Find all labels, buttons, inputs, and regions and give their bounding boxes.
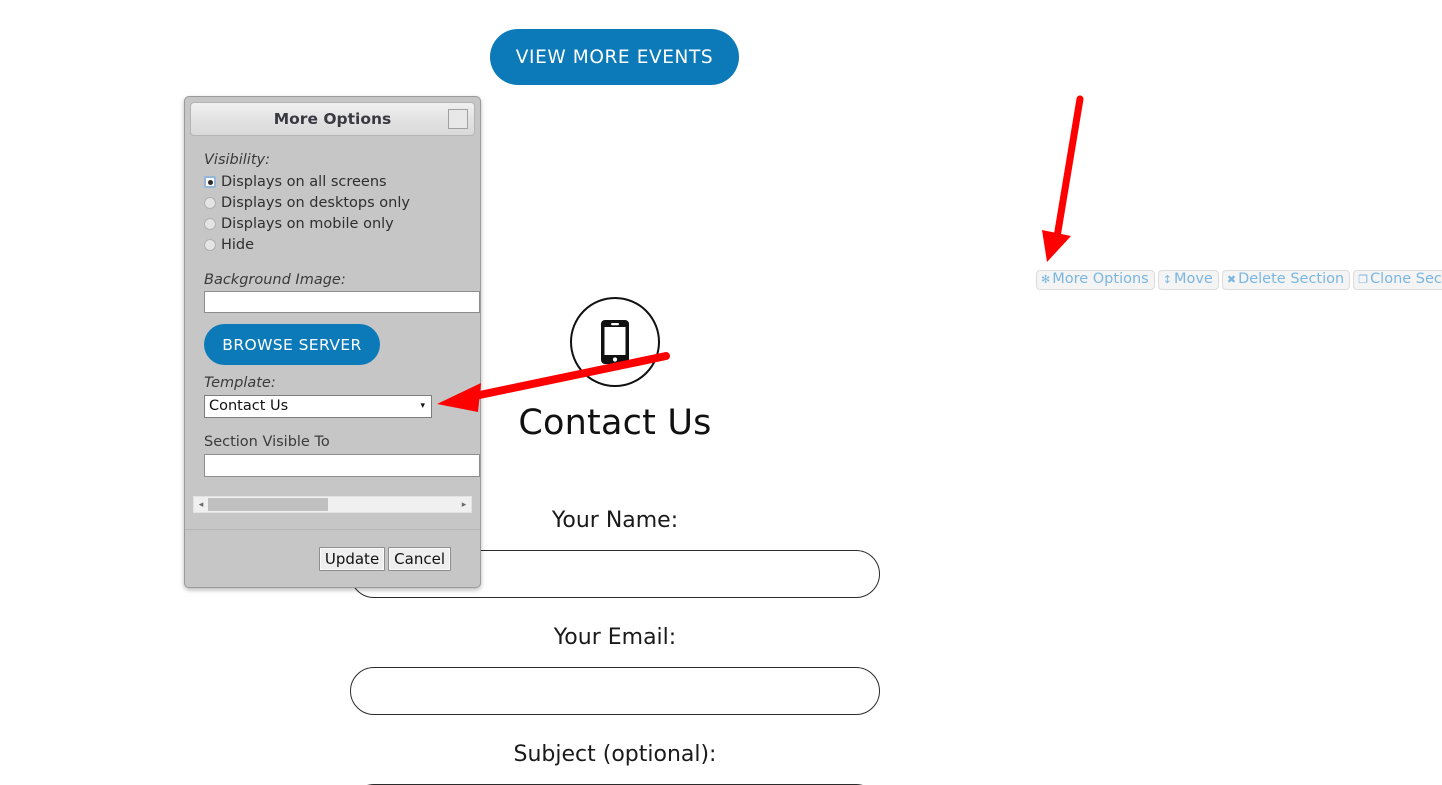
background-image-input[interactable] (204, 291, 480, 314)
dialog-titlebar[interactable]: More Options (190, 102, 475, 136)
section-visible-to-label: Section Visible To (204, 433, 330, 450)
section-visible-to-input[interactable] (204, 454, 480, 478)
dialog-title: More Options (273, 110, 392, 128)
scroll-left-arrow-icon[interactable]: ◂ (194, 500, 208, 510)
scrollbar-thumb[interactable] (208, 498, 328, 511)
dialog-horizontal-scrollbar[interactable]: ◂ ▸ (193, 496, 472, 513)
browse-server-button[interactable]: BROWSE SERVER (204, 324, 380, 366)
chevron-down-icon: ▾ (420, 401, 425, 412)
mobile-phone-icon (570, 297, 660, 387)
delete-icon: ✖ (1226, 273, 1237, 286)
radio-all-screens[interactable] (204, 176, 216, 189)
annotation-arrow-to-toolbar (1042, 95, 1084, 262)
template-selected-value: Contact Us (209, 398, 289, 415)
radio-hide[interactable] (204, 239, 216, 252)
visibility-label: Visibility: (204, 152, 270, 168)
toolbar-clone-section-label: Clone Sectio (1370, 271, 1442, 288)
section-toolbar: ✻ More Options ↕ Move ✖ Delete Section ❐… (1036, 270, 1442, 290)
visibility-option-hide[interactable]: Hide (204, 235, 465, 256)
dialog-body: Visibility: Displays on all screens Disp… (185, 141, 480, 523)
radio-all-screens-label: Displays on all screens (221, 173, 387, 190)
toolbar-more-options-label: More Options (1052, 271, 1149, 288)
toolbar-move-button[interactable]: ↕ Move (1157, 270, 1219, 290)
clone-icon: ❐ (1358, 273, 1369, 286)
radio-desktops-only-label: Displays on desktops only (221, 194, 410, 211)
subject-label: Subject (optional): (513, 742, 717, 767)
radio-hide-label: Hide (221, 236, 255, 253)
scrollbar-track[interactable] (208, 498, 457, 511)
radio-mobile-only[interactable] (204, 218, 216, 231)
radio-desktops-only[interactable] (204, 197, 216, 210)
visibility-option-mobile-only[interactable]: Displays on mobile only (204, 214, 465, 235)
radio-mobile-only-label: Displays on mobile only (221, 215, 394, 232)
toolbar-delete-section-label: Delete Section (1238, 271, 1345, 288)
page-root: VIEW MORE EVENTS Contact Us Your Name: Y… (0, 0, 1442, 785)
template-label: Template: (204, 375, 276, 392)
cancel-button[interactable]: Cancel (388, 546, 451, 571)
move-icon: ↕ (1162, 273, 1172, 286)
view-more-events-button[interactable]: VIEW MORE EVENTS (490, 29, 739, 85)
toolbar-more-options-button[interactable]: ✻ More Options (1036, 270, 1155, 290)
toolbar-clone-section-button[interactable]: ❐ Clone Sectio (1353, 270, 1442, 290)
toolbar-delete-section-button[interactable]: ✖ Delete Section (1221, 270, 1351, 290)
visibility-option-desktops-only[interactable]: Displays on desktops only (204, 193, 465, 214)
your-email-label: Your Email: (553, 625, 677, 650)
more-options-dialog: More Options Visibility: Displays on all… (184, 96, 481, 588)
dialog-footer: Update Cancel (185, 529, 480, 587)
scroll-right-arrow-icon[interactable]: ▸ (457, 500, 471, 510)
gear-icon: ✻ (1041, 273, 1051, 286)
close-icon[interactable] (448, 109, 468, 129)
your-email-input[interactable] (350, 667, 880, 715)
update-button[interactable]: Update (318, 546, 386, 571)
visibility-option-all-screens[interactable]: Displays on all screens (204, 172, 465, 193)
template-select[interactable]: Contact Us ▾ (204, 394, 432, 418)
background-image-label: Background Image: (204, 271, 346, 288)
toolbar-move-label: Move (1173, 271, 1213, 288)
